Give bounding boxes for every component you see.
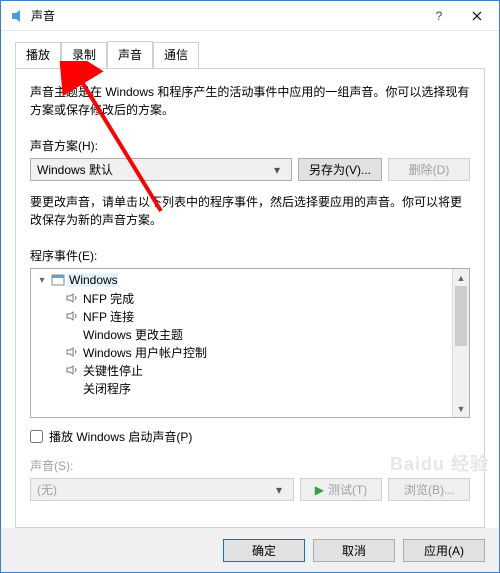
- scroll-thumb[interactable]: [455, 286, 467, 346]
- speaker-icon: [63, 291, 81, 305]
- tab-strip: 播放 录制 声音 通信: [15, 42, 485, 69]
- help-button[interactable]: ?: [424, 1, 454, 31]
- tab-playback[interactable]: 播放: [15, 42, 61, 69]
- save-as-button[interactable]: 另存为(V)...: [298, 158, 382, 181]
- tab-recording[interactable]: 录制: [61, 42, 107, 69]
- tree-item-label: 关键性停止: [81, 362, 143, 379]
- tree-item[interactable]: NFP 连接: [31, 307, 452, 325]
- tree-root-label: Windows: [67, 273, 118, 287]
- tree-root[interactable]: ▾ Windows: [31, 271, 452, 289]
- intro-text: 声音主题是在 Windows 和程序产生的活动事件中应用的一组声音。你可以选择现…: [30, 83, 470, 119]
- dialog-footer: 确定 取消 应用(A): [1, 528, 499, 572]
- tree-item-label: Windows 更改主题: [81, 326, 183, 343]
- tree-item[interactable]: NFP 完成: [31, 289, 452, 307]
- window-title: 声音: [31, 7, 424, 24]
- events-desc: 要更改声音，请单击以下列表中的程序事件，然后选择要应用的声音。你可以将更改保存为…: [30, 193, 470, 229]
- speaker-icon: [63, 363, 81, 377]
- apply-button[interactable]: 应用(A): [403, 539, 485, 562]
- tree-item-label: NFP 完成: [81, 290, 134, 307]
- app-icon: [9, 8, 25, 24]
- scheme-combo[interactable]: Windows 默认 ▾: [30, 158, 292, 181]
- play-startup-label: 播放 Windows 启动声音(P): [49, 428, 192, 445]
- scroll-down-icon[interactable]: ▼: [453, 400, 469, 417]
- tree-item-label: NFP 连接: [81, 308, 134, 325]
- tree-item-label: Windows 用户帐户控制: [81, 344, 207, 361]
- events-tree[interactable]: ▾ Windows NFP 完成NFP 连接Windows 更改主题Window…: [30, 268, 470, 418]
- sound-label: 声音(S):: [30, 457, 470, 474]
- cancel-button[interactable]: 取消: [313, 539, 395, 562]
- events-tree-inner: ▾ Windows NFP 完成NFP 连接Windows 更改主题Window…: [31, 269, 452, 417]
- play-startup-input[interactable]: [30, 430, 43, 443]
- play-icon: ▶: [315, 483, 324, 497]
- windows-icon: [49, 273, 67, 287]
- dialog-body: 播放 录制 声音 通信 声音主题是在 Windows 和程序产生的活动事件中应用…: [1, 31, 499, 528]
- speaker-icon: [63, 345, 81, 359]
- tree-item[interactable]: 关闭程序: [31, 379, 452, 397]
- browse-button: 浏览(B)...: [388, 478, 470, 501]
- tab-panel-sounds: 声音主题是在 Windows 和程序产生的活动事件中应用的一组声音。你可以选择现…: [15, 68, 485, 528]
- sound-dialog: 声音 ? 播放 录制 声音 通信 声音主题是在 Windows 和程序产生的活动…: [0, 0, 500, 573]
- chevron-down-icon: ▾: [271, 483, 287, 497]
- scheme-label: 声音方案(H):: [30, 137, 470, 154]
- test-button: ▶ 测试(T): [300, 478, 382, 501]
- close-button[interactable]: [454, 1, 499, 31]
- delete-button: 删除(D): [388, 158, 470, 181]
- tab-communications[interactable]: 通信: [153, 42, 199, 69]
- titlebar: 声音 ?: [1, 1, 499, 31]
- scroll-up-icon[interactable]: ▲: [453, 269, 469, 286]
- ok-button[interactable]: 确定: [223, 539, 305, 562]
- tree-item[interactable]: 关键性停止: [31, 361, 452, 379]
- tree-item-label: 关闭程序: [81, 380, 131, 397]
- tree-item[interactable]: Windows 用户帐户控制: [31, 343, 452, 361]
- play-startup-checkbox[interactable]: 播放 Windows 启动声音(P): [30, 428, 470, 445]
- tree-item[interactable]: Windows 更改主题: [31, 325, 452, 343]
- chevron-down-icon: ▾: [269, 163, 285, 177]
- events-label: 程序事件(E):: [30, 247, 470, 264]
- scrollbar[interactable]: ▲ ▼: [452, 269, 469, 417]
- collapse-icon[interactable]: ▾: [35, 275, 49, 286]
- sound-value: (无): [37, 481, 271, 498]
- scheme-value: Windows 默认: [37, 161, 269, 178]
- sound-combo: (无) ▾: [30, 478, 294, 501]
- speaker-icon: [63, 309, 81, 323]
- tab-sounds[interactable]: 声音: [107, 41, 153, 68]
